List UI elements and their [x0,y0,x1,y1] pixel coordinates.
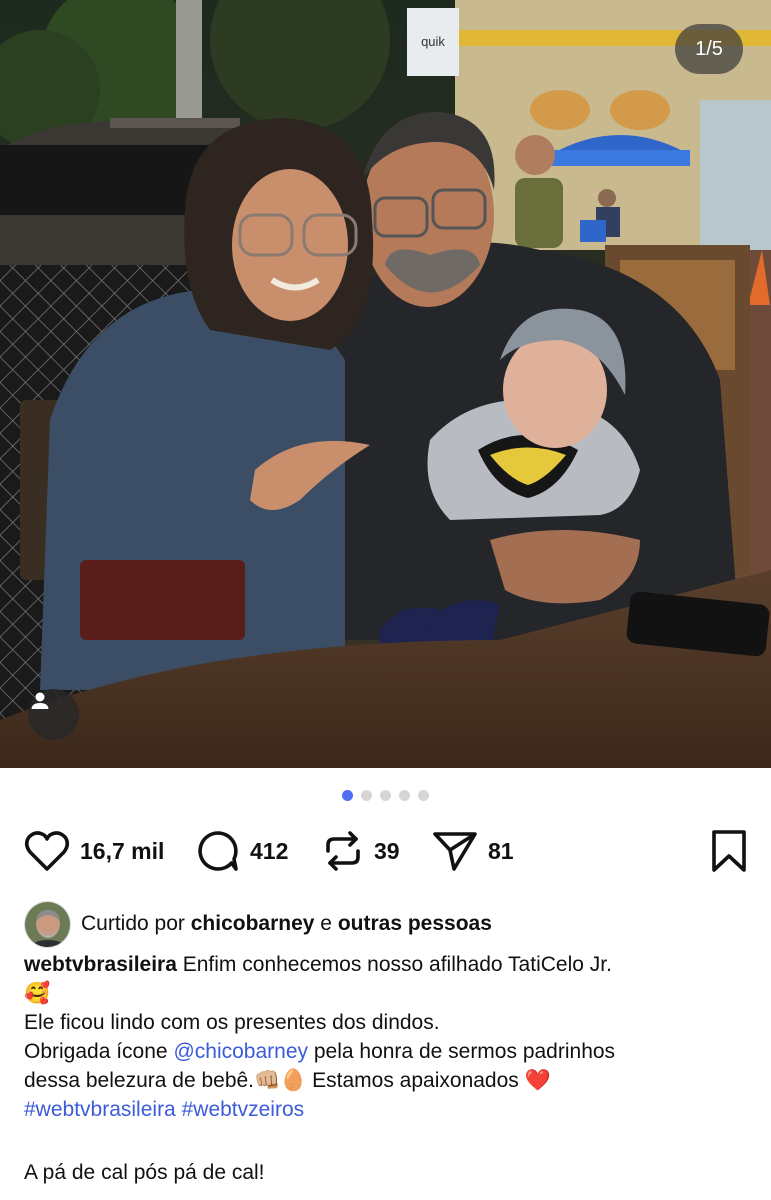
carousel-indicator [0,790,771,801]
user-tag-icon [31,692,49,709]
caption-line-1: Enfim conhecemos nosso afilhado TatiCelo… [182,953,612,976]
caption-emojis: 👊🏼🥚 [254,1069,307,1092]
share-button[interactable]: 81 [432,826,514,876]
liker-avatar[interactable] [24,900,71,948]
avatar-image [25,901,70,947]
comment-count: 412 [250,837,289,864]
caption-line-2: Ele ficou lindo com os presentes dos din… [24,1011,440,1034]
caption-emoji-1: 🥰 [24,982,51,1005]
action-bar: 16,7 mil 412 39 81 [24,826,748,876]
liked-by-others[interactable]: outras pessoas [338,912,492,935]
bookmark-icon [712,830,746,872]
image-counter: 1/5 [675,24,743,74]
carousel-dot-5[interactable] [418,790,429,801]
carousel-dot-4[interactable] [399,790,410,801]
comment-button[interactable]: 412 [196,826,288,876]
caption-line-3-post: pela honra de sermos padrinhos [313,1040,616,1063]
photo-scene: quik [0,0,771,768]
comment-icon [198,831,238,871]
liker-username[interactable]: chicobarney [191,912,315,935]
caption-mention[interactable]: @chicobarney [173,1040,308,1063]
like-button[interactable]: 16,7 mil [24,826,164,876]
repost-button[interactable]: 39 [322,826,400,876]
post-caption: webtvbrasileira Enfim conhecemos nosso a… [24,950,754,1187]
like-count: 16,7 mil [80,837,165,864]
carousel-dot-2[interactable] [361,790,372,801]
post-photo[interactable]: quik 1/5 [0,0,771,768]
caption-line-4-pre: dessa belezura de bebê. [24,1069,255,1092]
save-button[interactable] [710,826,748,876]
user-tag-button[interactable] [28,689,79,740]
sign-quik-text: quik [421,34,445,49]
repost-count: 39 [374,837,400,864]
liked-by: Curtido por chicobarney e outras pessoas [24,900,492,948]
liked-by-prefix: Curtido por [81,912,185,935]
hashtag-webtvzeiros[interactable]: #webtvzeiros [182,1098,305,1121]
caption-heart-emoji: ❤️ [524,1069,551,1092]
caption-line-4-post: Estamos apaixonados [312,1069,519,1092]
repost-icon [326,831,360,871]
share-count: 81 [488,837,514,864]
carousel-dot-3[interactable] [380,790,391,801]
carousel-dot-1[interactable] [342,790,353,801]
heart-icon [24,831,70,871]
liked-by-joiner: e [320,912,332,935]
share-icon [433,832,477,871]
caption-line-3-pre: Obrigada ícone [24,1040,168,1063]
author-username[interactable]: webtvbrasileira [24,953,177,976]
hashtag-webtvbrasileira[interactable]: #webtvbrasileira [24,1098,176,1121]
caption-line-6: A pá de cal pós pá de cal! [24,1161,265,1184]
